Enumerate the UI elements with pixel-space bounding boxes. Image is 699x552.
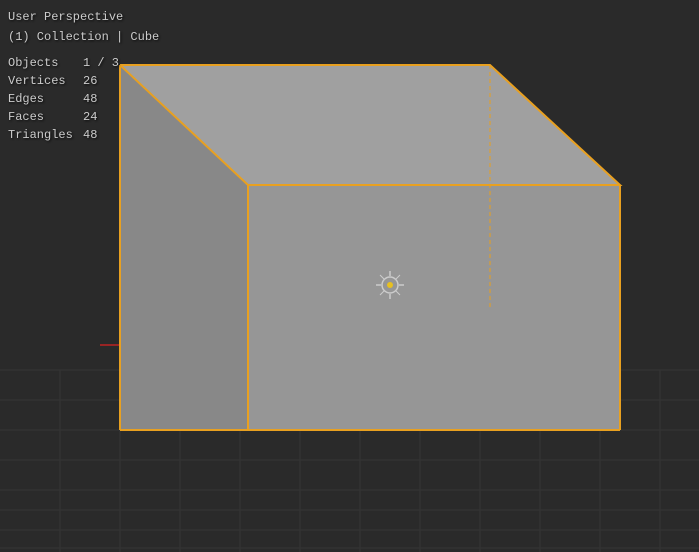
faces-value: 24 — [83, 108, 97, 126]
triangles-stat: Triangles 48 — [8, 126, 159, 144]
edges-label: Edges — [8, 90, 73, 108]
edges-value: 48 — [83, 90, 97, 108]
vertices-value: 26 — [83, 72, 97, 90]
vertices-label: Vertices — [8, 72, 73, 90]
edges-stat: Edges 48 — [8, 90, 159, 108]
faces-stat: Faces 24 — [8, 108, 159, 126]
collection-title: (1) Collection | Cube — [8, 28, 159, 46]
objects-stat: Objects 1 / 3 — [8, 54, 159, 72]
overlay-info: User Perspective (1) Collection | Cube O… — [8, 8, 159, 144]
objects-label: Objects — [8, 54, 73, 72]
viewport[interactable]: User Perspective (1) Collection | Cube O… — [0, 0, 699, 552]
vertices-stat: Vertices 26 — [8, 72, 159, 90]
triangles-label: Triangles — [8, 126, 73, 144]
faces-label: Faces — [8, 108, 73, 126]
triangles-value: 48 — [83, 126, 97, 144]
objects-value: 1 / 3 — [83, 54, 119, 72]
viewport-title: User Perspective — [8, 8, 159, 26]
